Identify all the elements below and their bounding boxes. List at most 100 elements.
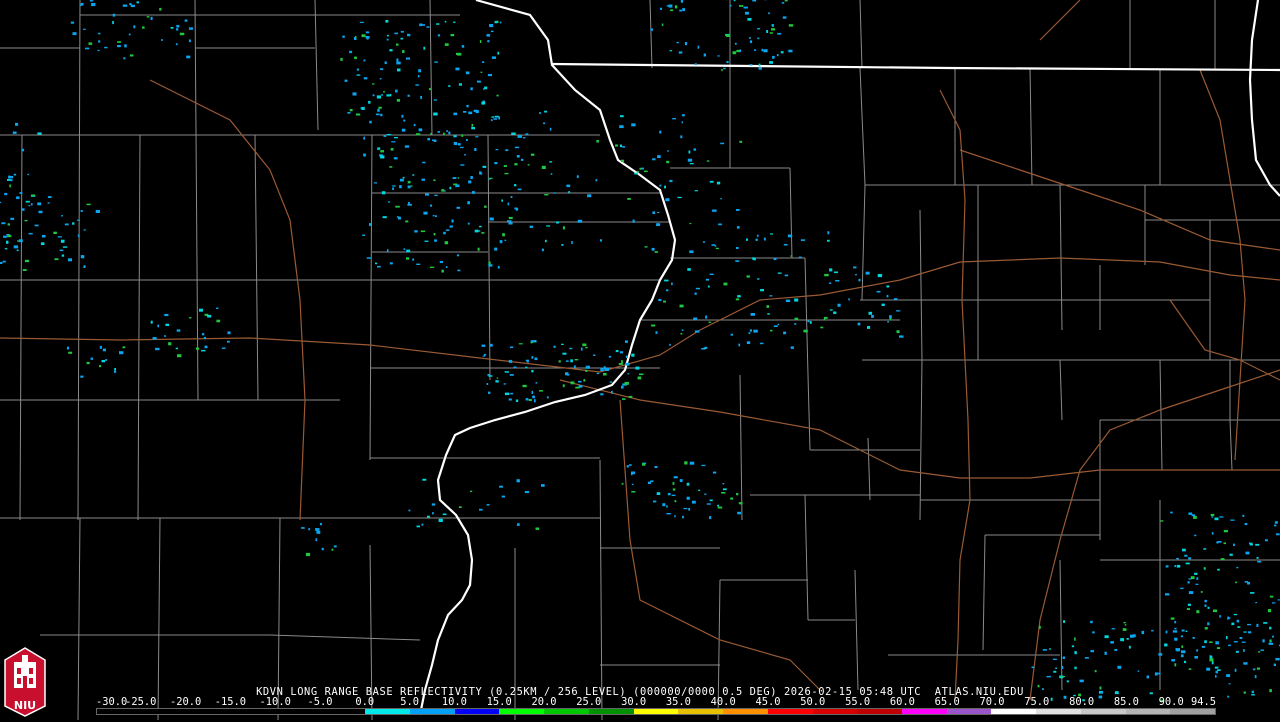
echo-pixel [37,132,41,134]
colorbar-segment [857,709,902,714]
echo-pixel [645,246,648,247]
echo-pixel [445,43,449,46]
echo-pixel [455,185,459,188]
echo-pixel [1253,669,1256,671]
echo-pixel [1215,518,1219,521]
echo-pixel [123,346,126,348]
echo-pixel [803,330,807,333]
echo-pixel [385,61,387,64]
echo-pixel [504,383,506,384]
echo-pixel [709,322,712,323]
echo-pixel [186,56,190,59]
echo-pixel [84,229,86,230]
echo-pixel [495,21,498,23]
echo-pixel [99,365,101,367]
echo-pixel [422,479,426,481]
echo-pixel [397,99,400,102]
echo-pixel [551,173,553,175]
echo-pixel [610,381,612,383]
echo-pixel [693,318,697,320]
echo-pixel [508,203,510,206]
echo-pixel [586,366,590,369]
echo-pixel [422,179,426,181]
echo-pixel [639,374,644,376]
echo-pixel [315,528,319,531]
echo-pixel [403,177,405,179]
echo-pixel [382,191,385,194]
echo-pixel [502,233,505,236]
echo-pixel [443,514,447,516]
echo-pixel [80,376,83,378]
echo-pixel [157,325,159,328]
echo-pixel [687,268,691,271]
echo-pixel [434,239,437,241]
echo-pixel [526,398,529,400]
echo-pixel [364,60,366,62]
echo-pixel [781,51,784,53]
echo-pixel [889,315,892,318]
echo-pixel [457,207,461,209]
echo-pixel [419,128,423,131]
echo-pixel [434,195,437,196]
echo-pixel [177,354,181,357]
echo-pixel [622,483,624,485]
echo-pixel [1234,641,1238,642]
echo-pixel [482,345,486,347]
echo-pixel [855,274,857,275]
echo-pixel [632,484,634,485]
echo-pixel [1226,636,1228,639]
echo-pixel [488,74,492,76]
echo-pixel [545,240,547,242]
echo-pixel [177,329,181,331]
echo-pixel [380,78,382,79]
echo-pixel [518,135,522,138]
echo-pixel [629,396,633,398]
echo-pixel [897,330,900,333]
echo-pixel [514,184,516,186]
echo-pixel [475,230,479,233]
echo-pixel [1085,657,1089,659]
echo-pixel [887,321,889,323]
echo-pixel [61,215,63,217]
echo-pixel [492,56,496,59]
echo-pixel [514,163,517,165]
echo-pixel [474,148,476,151]
echo-pixel [1164,644,1167,647]
echo-pixel [117,41,121,43]
echo-pixel [535,358,538,361]
echo-pixel [392,185,395,186]
echo-pixel [71,22,74,24]
echo-pixel [735,260,739,262]
echo-pixel [616,350,619,352]
echo-pixel [568,191,570,193]
echo-pixel [882,304,885,306]
echo-pixel [491,116,494,117]
echo-pixel [511,196,513,198]
echo-pixel [488,262,490,265]
echo-pixel [1110,641,1114,644]
echo-pixel [692,501,696,504]
echo-pixel [747,275,750,277]
colorbar-label: -30.0 [96,697,127,708]
echo-pixel [698,490,700,492]
echo-pixel [433,215,435,216]
echo-pixel [421,231,425,233]
echo-pixel [377,109,379,112]
logo-text: NIU [3,699,47,712]
echo-pixel [784,244,788,246]
echo-pixel [461,134,463,137]
echo-pixel [1244,631,1247,632]
echo-pixel [736,493,738,495]
colorbar-segment [723,709,768,714]
echo-pixel [423,212,427,215]
echo-pixel [1170,512,1173,514]
echo-pixel [398,217,401,220]
echo-pixel [422,524,424,526]
echo-pixel [721,492,725,494]
echo-pixel [363,137,365,140]
echo-pixel [1208,607,1210,609]
echo-pixel [1196,610,1199,613]
echo-pixel [516,400,518,403]
echo-pixel [622,398,626,400]
echo-pixel [1278,599,1280,600]
